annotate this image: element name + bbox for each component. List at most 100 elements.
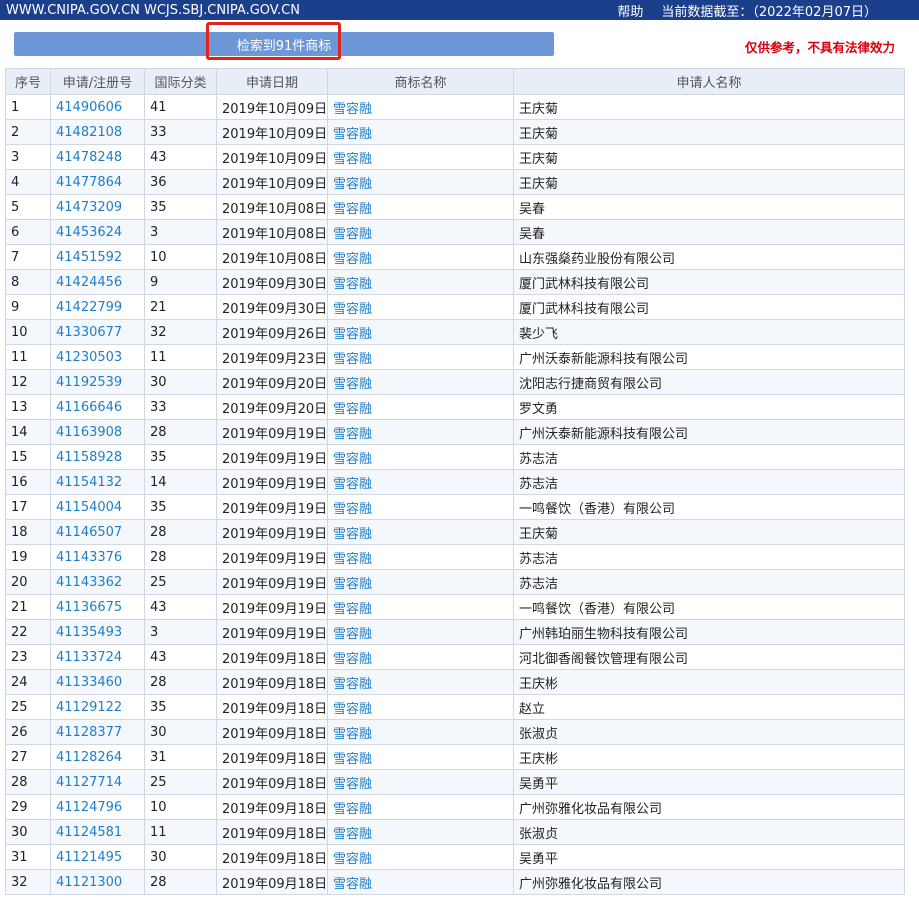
- class-cell: 30: [144, 844, 217, 870]
- applicant-cell: 王庆菊: [513, 144, 905, 170]
- trademark-name-link[interactable]: 雪容融: [327, 819, 514, 845]
- trademark-name-link[interactable]: 雪容融: [327, 344, 514, 370]
- column-header-number: 序号: [5, 68, 51, 95]
- reg-number-link[interactable]: 41166646: [50, 394, 145, 420]
- date-cell: 2019年10月09日: [216, 144, 328, 170]
- column-header-applicant: 申请人名称: [513, 68, 905, 95]
- row-number: 1: [5, 94, 51, 120]
- class-cell: 14: [144, 469, 217, 495]
- trademark-name-link[interactable]: 雪容融: [327, 869, 514, 895]
- reg-number-link[interactable]: 41133724: [50, 644, 145, 670]
- reg-number-link[interactable]: 41451592: [50, 244, 145, 270]
- reg-number-link[interactable]: 41127714: [50, 769, 145, 795]
- trademark-name-link[interactable]: 雪容融: [327, 119, 514, 145]
- trademark-name-link[interactable]: 雪容融: [327, 219, 514, 245]
- date-cell: 2019年09月18日: [216, 644, 328, 670]
- trademark-name-link[interactable]: 雪容融: [327, 494, 514, 520]
- date-cell: 2019年10月08日: [216, 194, 328, 220]
- class-cell: 3: [144, 619, 217, 645]
- trademark-name-link[interactable]: 雪容融: [327, 294, 514, 320]
- trademark-name-link[interactable]: 雪容融: [327, 469, 514, 495]
- reg-number-link[interactable]: 41128377: [50, 719, 145, 745]
- reg-number-link[interactable]: 41453624: [50, 219, 145, 245]
- trademark-name-link[interactable]: 雪容融: [327, 794, 514, 820]
- trademark-name-link[interactable]: 雪容融: [327, 694, 514, 720]
- class-cell: 10: [144, 244, 217, 270]
- reg-number-link[interactable]: 41154004: [50, 494, 145, 520]
- reg-number-link[interactable]: 41163908: [50, 419, 145, 445]
- reg-number-link[interactable]: 41133460: [50, 669, 145, 695]
- reg-number-link[interactable]: 41121495: [50, 844, 145, 870]
- trademark-name-link[interactable]: 雪容融: [327, 844, 514, 870]
- reg-number-link[interactable]: 41143362: [50, 569, 145, 595]
- trademark-name-link[interactable]: 雪容融: [327, 619, 514, 645]
- help-link[interactable]: 帮助: [617, 1, 643, 20]
- row-number: 27: [5, 744, 51, 770]
- trademark-name-link[interactable]: 雪容融: [327, 594, 514, 620]
- reg-number-link[interactable]: 41124581: [50, 819, 145, 845]
- reg-number-link[interactable]: 41330677: [50, 319, 145, 345]
- date-cell: 2019年09月20日: [216, 394, 328, 420]
- trademark-name-link[interactable]: 雪容融: [327, 744, 514, 770]
- class-cell: 35: [144, 194, 217, 220]
- reg-number-link[interactable]: 41473209: [50, 194, 145, 220]
- row-number: 17: [5, 494, 51, 520]
- applicant-cell: 沈阳志行捷商贸有限公司: [513, 369, 905, 395]
- trademark-name-link[interactable]: 雪容融: [327, 269, 514, 295]
- trademark-table: 序号 申请/注册号 国际分类 申请日期 商标名称 申请人名称 1 41490606…: [5, 68, 905, 895]
- class-cell: 9: [144, 269, 217, 295]
- date-cell: 2019年10月08日: [216, 219, 328, 245]
- row-number: 28: [5, 769, 51, 795]
- reg-number-link[interactable]: 41124796: [50, 794, 145, 820]
- reg-number-link[interactable]: 41478248: [50, 144, 145, 170]
- row-number: 4: [5, 169, 51, 195]
- trademark-name-link[interactable]: 雪容融: [327, 419, 514, 445]
- date-cell: 2019年10月09日: [216, 169, 328, 195]
- trademark-name-link[interactable]: 雪容融: [327, 719, 514, 745]
- trademark-name-link[interactable]: 雪容融: [327, 394, 514, 420]
- date-cell: 2019年09月18日: [216, 669, 328, 695]
- applicant-cell: 河北御香阁餐饮管理有限公司: [513, 644, 905, 670]
- reg-number-link[interactable]: 41154132: [50, 469, 145, 495]
- trademark-name-link[interactable]: 雪容融: [327, 669, 514, 695]
- table-row: 24 41133460 28 2019年09月18日 雪容融 王庆彬: [5, 669, 905, 695]
- class-cell: 36: [144, 169, 217, 195]
- trademark-name-link[interactable]: 雪容融: [327, 569, 514, 595]
- row-number: 30: [5, 819, 51, 845]
- reg-number-link[interactable]: 41192539: [50, 369, 145, 395]
- trademark-name-link[interactable]: 雪容融: [327, 769, 514, 795]
- reg-number-link[interactable]: 41158928: [50, 444, 145, 470]
- table-row: 29 41124796 10 2019年09月18日 雪容融 广州弥雅化妆品有限公司: [5, 794, 905, 820]
- trademark-name-link[interactable]: 雪容融: [327, 544, 514, 570]
- reg-number-link[interactable]: 41482108: [50, 119, 145, 145]
- trademark-name-link[interactable]: 雪容融: [327, 644, 514, 670]
- reg-number-link[interactable]: 41146507: [50, 519, 145, 545]
- applicant-cell: 苏志洁: [513, 444, 905, 470]
- reg-number-link[interactable]: 41143376: [50, 544, 145, 570]
- trademark-name-link[interactable]: 雪容融: [327, 444, 514, 470]
- trademark-name-link[interactable]: 雪容融: [327, 369, 514, 395]
- applicant-cell: 苏志洁: [513, 544, 905, 570]
- trademark-name-link[interactable]: 雪容融: [327, 169, 514, 195]
- trademark-name-link[interactable]: 雪容融: [327, 519, 514, 545]
- reg-number-link[interactable]: 41490606: [50, 94, 145, 120]
- reg-number-link[interactable]: 41230503: [50, 344, 145, 370]
- trademark-name-link[interactable]: 雪容融: [327, 244, 514, 270]
- applicant-cell: 厦门武林科技有限公司: [513, 294, 905, 320]
- trademark-name-link[interactable]: 雪容融: [327, 194, 514, 220]
- date-cell: 2019年09月18日: [216, 719, 328, 745]
- applicant-cell: 广州弥雅化妆品有限公司: [513, 794, 905, 820]
- reg-number-link[interactable]: 41136675: [50, 594, 145, 620]
- reg-number-link[interactable]: 41128264: [50, 744, 145, 770]
- reg-number-link[interactable]: 41129122: [50, 694, 145, 720]
- row-number: 5: [5, 194, 51, 220]
- reg-number-link[interactable]: 41422799: [50, 294, 145, 320]
- trademark-name-link[interactable]: 雪容融: [327, 94, 514, 120]
- trademark-name-link[interactable]: 雪容融: [327, 319, 514, 345]
- trademark-name-link[interactable]: 雪容融: [327, 144, 514, 170]
- reg-number-link[interactable]: 41121300: [50, 869, 145, 895]
- reg-number-link[interactable]: 41424456: [50, 269, 145, 295]
- table-row: 17 41154004 35 2019年09月19日 雪容融 一鸣餐饮（香港）有限公司: [5, 494, 905, 520]
- reg-number-link[interactable]: 41135493: [50, 619, 145, 645]
- reg-number-link[interactable]: 41477864: [50, 169, 145, 195]
